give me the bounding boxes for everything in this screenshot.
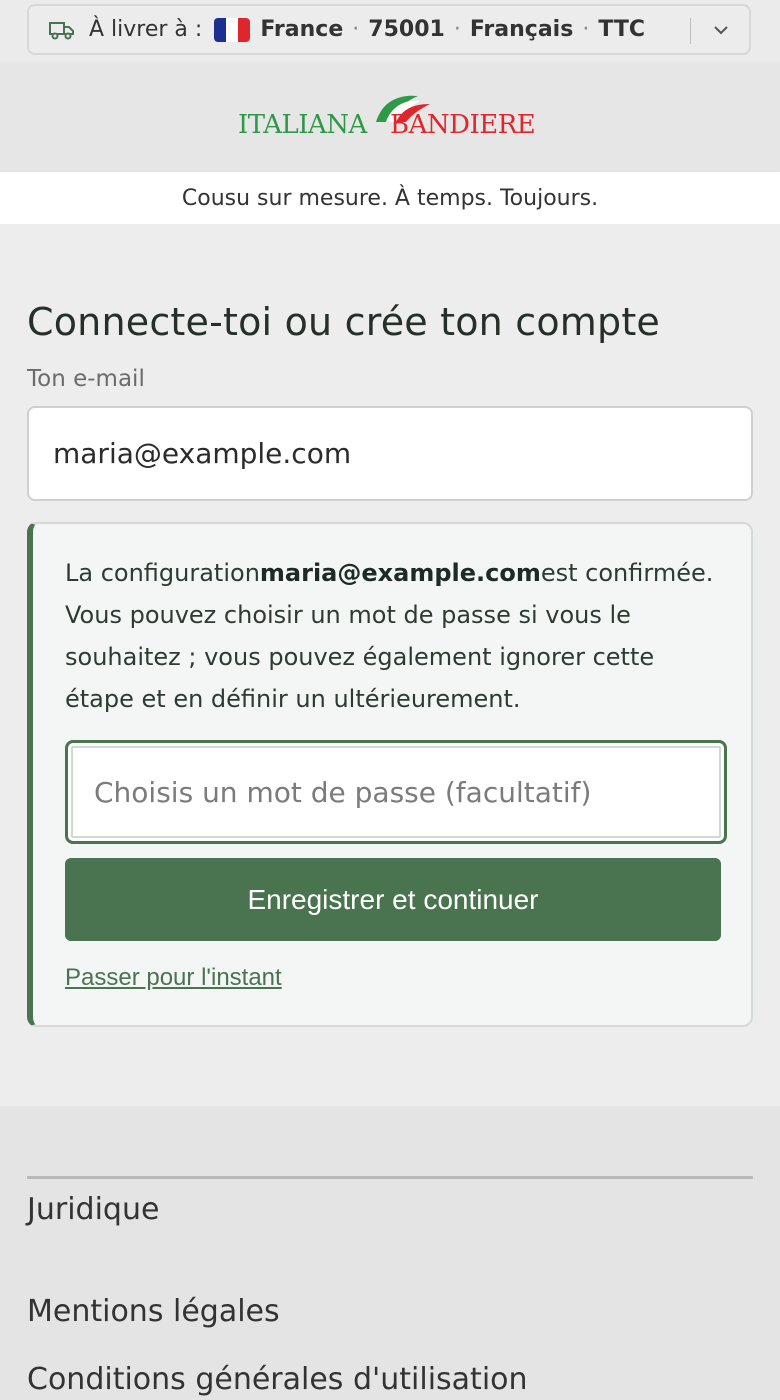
delivery-country: France xyxy=(260,17,344,42)
confirmation-email: maria@example.com xyxy=(259,559,541,587)
separator-dot: · xyxy=(352,17,360,42)
login-section: Connecte-toi ou crée ton compte Ton e-ma… xyxy=(0,224,780,1106)
delivery-tax-mode: TTC xyxy=(598,17,645,42)
truck-icon xyxy=(49,21,74,39)
delivery-label: À livrer à : xyxy=(89,17,203,42)
footer-link-terms[interactable]: Conditions générales d'utilisation xyxy=(27,1362,528,1397)
logo-text-left: ITALIANA xyxy=(238,110,367,140)
brand-logo[interactable]: ITALIANA BANDIERE xyxy=(238,92,548,144)
confirmation-card: La configurationmaria@example.comest con… xyxy=(27,522,753,1027)
delivery-postal-code: 75001 xyxy=(368,17,445,42)
delivery-language: Français xyxy=(469,17,574,42)
divider xyxy=(690,18,691,44)
site-header: ITALIANA BANDIERE xyxy=(0,62,780,172)
confirmation-text-before: La configuration xyxy=(65,559,260,587)
page-title: Connecte-toi ou crée ton compte xyxy=(27,300,660,344)
tagline: Cousu sur mesure. À temps. Toujours. xyxy=(0,172,780,224)
footer-link-legal-notice[interactable]: Mentions légales xyxy=(27,1294,280,1329)
email-label: Ton e-mail xyxy=(27,366,145,392)
france-flag-icon xyxy=(214,17,251,42)
delivery-bar-wrapper: À livrer à : France · 75001 · Français ·… xyxy=(0,0,780,62)
email-field[interactable] xyxy=(27,406,753,501)
delivery-selector[interactable]: À livrer à : France · 75001 · Français ·… xyxy=(27,4,751,55)
footer-divider xyxy=(27,1176,753,1179)
separator-dot: · xyxy=(453,17,461,42)
footer-heading-legal: Juridique xyxy=(27,1192,160,1227)
site-footer: Juridique Mentions légales Conditions gé… xyxy=(0,1106,780,1400)
chevron-down-icon[interactable] xyxy=(711,20,731,40)
password-field[interactable] xyxy=(65,740,727,844)
confirmation-message: La configurationmaria@example.comest con… xyxy=(65,552,715,720)
logo-text-right: BANDIERE xyxy=(390,110,536,140)
skip-for-now-link[interactable]: Passer pour l'instant xyxy=(65,964,282,992)
separator-dot: · xyxy=(582,17,590,42)
save-and-continue-button[interactable]: Enregistrer et continuer xyxy=(65,858,721,941)
